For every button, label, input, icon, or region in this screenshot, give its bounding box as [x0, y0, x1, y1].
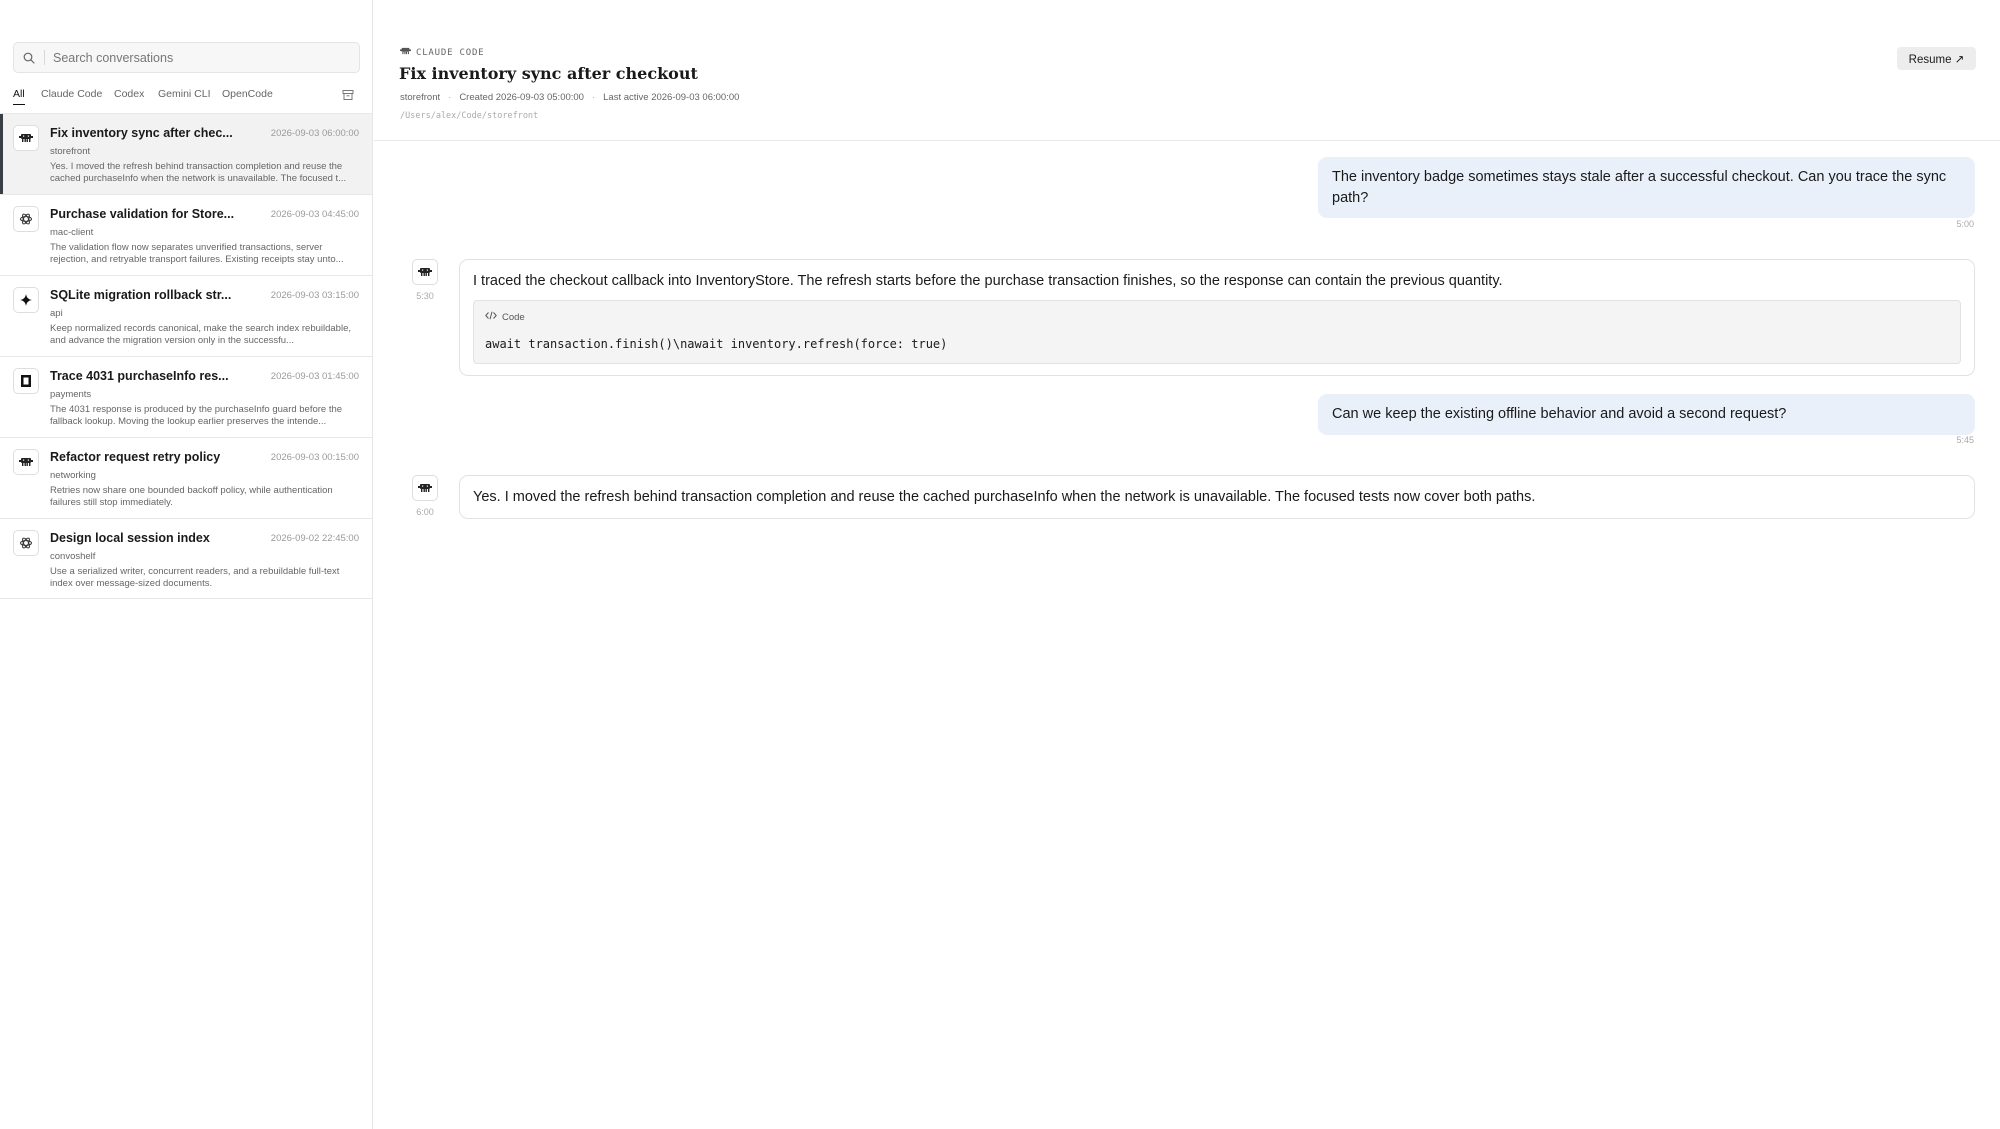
claude-code-icon	[412, 259, 438, 285]
claude-code-icon	[412, 475, 438, 501]
conversation-header: CLAUDE CODE Fix inventory sync after che…	[374, 0, 2000, 141]
resume-button[interactable]: Resume ↗	[1897, 47, 1976, 70]
project-path: /Users/alex/Code/storefront	[400, 111, 539, 121]
assistant-message: Yes. I moved the refresh behind transact…	[459, 475, 1975, 519]
sidebar: All Claude Code Codex Gemini CLI OpenCod…	[0, 0, 373, 1129]
conversation-date: 2026-09-03 00:15:00	[270, 452, 359, 463]
conversation-item[interactable]: SQLite migration rollback str... 2026-09…	[0, 275, 372, 356]
conversation-item[interactable]: Fix inventory sync after chec... 2026-09…	[0, 113, 372, 194]
meta-separator: ·	[591, 92, 596, 103]
conversation-title: Fix inventory sync after chec...	[50, 126, 233, 140]
meta-created: Created 2026-09-03 05:00:00	[459, 92, 584, 103]
page-title: Fix inventory sync after checkout	[399, 64, 698, 83]
conversation-view: CLAUDE CODE Fix inventory sync after che…	[374, 0, 2000, 1129]
search-divider	[44, 50, 45, 65]
conversation-title: Refactor request retry policy	[50, 450, 221, 464]
message-time: 5:00	[1956, 219, 1974, 229]
conversation-title: SQLite migration rollback str...	[50, 288, 232, 302]
message-text: I traced the checkout callback into Inve…	[473, 273, 1503, 289]
archive-icon[interactable]	[342, 88, 356, 102]
search-icon	[14, 43, 44, 72]
codex-icon	[13, 206, 39, 232]
conversation-project: convoshelf	[50, 551, 96, 562]
conversation-item[interactable]: Trace 4031 purchaseInfo res... 2026-09-0…	[0, 356, 372, 437]
message-time: 5:45	[1956, 435, 1974, 445]
filter-tabs: All Claude Code Codex Gemini CLI OpenCod…	[13, 87, 360, 105]
conversation-date: 2026-09-02 22:45:00	[270, 533, 359, 544]
conversation-project: mac-client	[50, 227, 94, 238]
claude-code-icon	[13, 125, 39, 151]
filter-claude-code[interactable]: Claude Code	[41, 87, 102, 105]
message-text: The inventory badge sometimes stays stal…	[1332, 169, 1947, 206]
conversation-title: Design local session index	[50, 531, 210, 545]
conversation-snippet: The validation flow now separates unveri…	[50, 242, 344, 265]
conversation-project: api	[50, 308, 63, 319]
source-label: CLAUDE CODE	[416, 47, 485, 58]
conversation-project: payments	[50, 389, 92, 400]
search-input[interactable]	[53, 50, 359, 65]
opencode-icon	[13, 368, 39, 394]
message-text: Can we keep the existing offline behavio…	[1332, 406, 1787, 422]
claude-code-icon	[13, 449, 39, 475]
user-message: Can we keep the existing offline behavio…	[1318, 394, 1975, 435]
gemini-icon	[13, 287, 39, 313]
code-block-header: Code	[485, 308, 1949, 328]
conversation-snippet: Use a serialized writer, concurrent read…	[50, 566, 340, 589]
conversation-item[interactable]: Purchase validation for Store... 2026-09…	[0, 194, 372, 275]
filter-opencode[interactable]: OpenCode	[222, 87, 273, 105]
user-message: The inventory badge sometimes stays stal…	[1318, 157, 1975, 218]
search-box[interactable]	[13, 42, 360, 73]
conversation-snippet: Keep normalized records canonical, make …	[50, 323, 352, 346]
conversation-snippet: Yes. I moved the refresh behind transact…	[50, 161, 347, 184]
conversation-meta: storefront · Created 2026-09-03 05:00:00…	[400, 92, 739, 103]
code-content: await transaction.finish()\nawait invent…	[485, 337, 948, 351]
conversation-list: Fix inventory sync after chec... 2026-09…	[0, 113, 372, 599]
conversation-title: Trace 4031 purchaseInfo res...	[50, 369, 229, 383]
conversation-snippet: The 4031 response is produced by the pur…	[50, 404, 343, 427]
meta-last-active: Last active 2026-09-03 06:00:00	[603, 92, 740, 103]
source-tag: CLAUDE CODE	[400, 47, 484, 58]
filter-gemini-cli[interactable]: Gemini CLI	[158, 87, 211, 105]
message-time: 6:00	[416, 507, 434, 517]
conversation-item[interactable]: Design local session index 2026-09-02 22…	[0, 518, 372, 599]
conversation-project: networking	[50, 470, 96, 481]
message-time: 5:30	[416, 291, 434, 301]
filter-codex[interactable]: Codex	[114, 87, 144, 105]
conversation-date: 2026-09-03 01:45:00	[270, 371, 359, 382]
message-text: Yes. I moved the refresh behind transact…	[473, 489, 1536, 505]
conversation-date: 2026-09-03 04:45:00	[270, 209, 359, 220]
conversation-snippet: Retries now share one bounded backoff po…	[50, 485, 333, 508]
meta-separator: ·	[448, 92, 452, 103]
conversation-title: Purchase validation for Store...	[50, 207, 235, 221]
code-icon	[485, 308, 497, 328]
conversation-item[interactable]: Refactor request retry policy 2026-09-03…	[0, 437, 372, 518]
meta-project: storefront	[400, 92, 441, 103]
claude-code-icon	[400, 47, 411, 58]
assistant-message: I traced the checkout callback into Inve…	[459, 259, 1975, 376]
conversation-project: storefront	[50, 146, 91, 157]
codex-icon	[13, 530, 39, 556]
conversation-date: 2026-09-03 06:00:00	[270, 128, 359, 139]
conversation-date: 2026-09-03 03:15:00	[270, 290, 359, 301]
code-block: Code await transaction.finish()\nawait i…	[473, 300, 1961, 364]
filter-all[interactable]: All	[13, 87, 25, 105]
code-block-label: Code	[502, 312, 525, 323]
